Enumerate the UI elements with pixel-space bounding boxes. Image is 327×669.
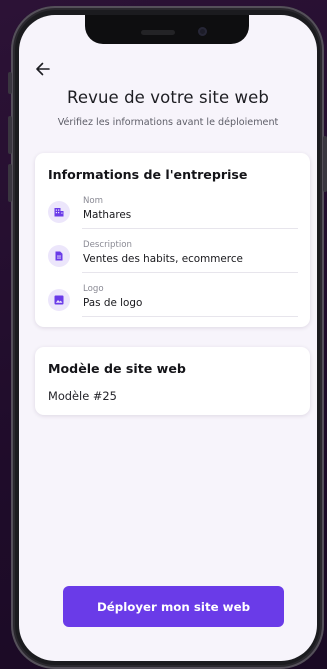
- page-title: Revue de votre site web: [67, 88, 269, 107]
- page-background: Revue de votre site web Vérifiez les inf…: [0, 0, 327, 669]
- image-icon: [48, 289, 70, 311]
- arrow-left-icon: [36, 62, 50, 76]
- app-screen: Revue de votre site web Vérifiez les inf…: [19, 15, 317, 661]
- page-subtitle: Vérifiez les informations avant le déplo…: [57, 117, 279, 128]
- company-logo-row: Logo Pas de logo: [35, 283, 310, 327]
- phone-volume-up-button: [8, 116, 12, 154]
- row-divider: [82, 272, 298, 273]
- company-name-row: Nom Mathares: [35, 195, 310, 239]
- company-card-title: Informations de l'entreprise: [48, 167, 248, 182]
- deploy-button[interactable]: Déployer mon site web: [63, 586, 284, 627]
- company-logo-value: Pas de logo: [83, 297, 143, 309]
- speaker-grille: [141, 30, 175, 35]
- template-value: Modèle #25: [48, 389, 117, 403]
- template-card: Modèle de site web Modèle #25: [35, 347, 310, 415]
- company-info-card: Informations de l'entreprise Nom Mathare…: [35, 153, 310, 327]
- document-icon: [48, 245, 70, 267]
- row-divider: [82, 228, 298, 229]
- phone-notch: [85, 15, 249, 44]
- row-divider: [82, 316, 298, 317]
- company-logo-label: Logo: [83, 284, 104, 294]
- front-camera: [198, 27, 207, 36]
- phone-volume-down-button: [8, 164, 12, 202]
- template-card-title: Modèle de site web: [48, 361, 186, 376]
- company-description-row: Description Ventes des habits, ecommerce: [35, 239, 310, 283]
- company-description-value: Ventes des habits, ecommerce: [83, 253, 243, 265]
- company-name-value: Mathares: [83, 209, 132, 221]
- phone-power-button: [323, 136, 327, 192]
- building-icon: [48, 201, 70, 223]
- company-description-label: Description: [83, 240, 132, 250]
- back-button[interactable]: [33, 59, 53, 79]
- phone-side-button: [8, 72, 12, 94]
- company-name-label: Nom: [83, 196, 104, 206]
